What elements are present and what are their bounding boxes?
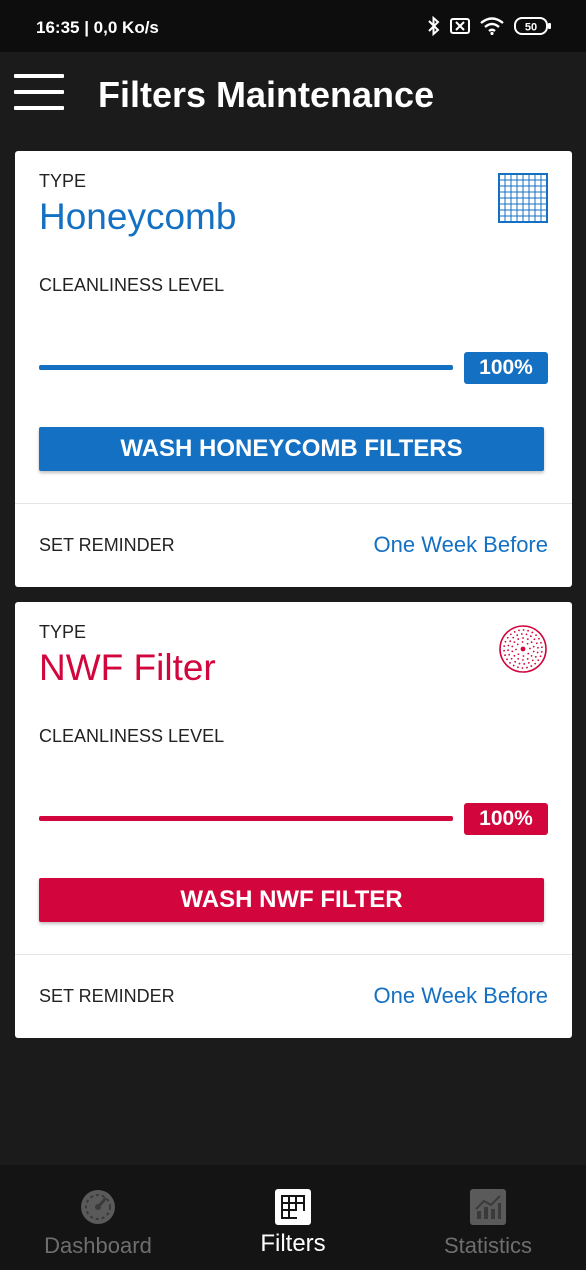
nav-item-filters[interactable]: Filters	[195, 1165, 391, 1270]
nav-item-statistics[interactable]: Statistics	[390, 1165, 586, 1270]
cleanliness-label: CLEANLINESS LEVEL	[39, 275, 225, 295]
nav-label: Statistics	[443, 1233, 533, 1258]
status-icons: 50	[428, 16, 552, 36]
cleanliness-label: CLEANLINESS LEVEL	[39, 726, 225, 746]
chart-icon	[470, 1189, 506, 1225]
status-time: 16:35 | 0,0 Ko/s	[36, 18, 159, 37]
filter-type-name: NWF Filter	[39, 647, 216, 688]
divider	[15, 503, 572, 504]
hamburger-menu-icon[interactable]	[14, 74, 64, 110]
status-bar: 16:35 | 0,0 Ko/s 50	[0, 0, 586, 52]
cleanliness-percent-badge: 100%	[464, 803, 548, 835]
divider	[15, 954, 572, 955]
filter-card-nwf: TYPE NWF Filter CLEANLINESS LEVEL 100% W…	[15, 602, 572, 1038]
battery-level: 50	[525, 22, 537, 34]
wash-nwf-button[interactable]: WASH NWF FILTER	[39, 878, 544, 922]
set-reminder-label: SET REMINDER	[39, 535, 175, 555]
filter-type-name: Honeycomb	[39, 196, 237, 237]
set-reminder-label: SET REMINDER	[39, 986, 175, 1006]
page-title: Filters Maintenance	[98, 74, 435, 115]
bottom-navigation: Dashboard Filters Statistics	[0, 1165, 586, 1270]
type-label: TYPE	[39, 171, 87, 191]
cleanliness-bar-fill	[39, 816, 453, 821]
nav-label: Dashboard	[44, 1233, 152, 1258]
cleanliness-percent-badge: 100%	[464, 352, 548, 384]
type-label: TYPE	[39, 622, 87, 642]
filter-grid-icon	[275, 1189, 311, 1225]
cleanliness-bar-fill	[39, 365, 453, 370]
filter-card-honeycomb: TYPE Honeycomb CLEANLINESS LEVEL 100% WA…	[15, 151, 572, 587]
nav-item-dashboard[interactable]: Dashboard	[0, 1165, 196, 1270]
nav-label: Filters	[260, 1230, 326, 1257]
wash-honeycomb-button[interactable]: WASH HONEYCOMB FILTERS	[39, 427, 544, 471]
nwf-dotted-circle-icon	[499, 625, 547, 673]
reminder-value-link[interactable]: One Week Before	[374, 532, 548, 558]
gauge-icon	[81, 1190, 115, 1224]
cleanliness-bar	[39, 365, 453, 370]
cleanliness-bar	[39, 816, 453, 821]
app-bar: Filters Maintenance	[0, 52, 586, 140]
honeycomb-grid-icon	[498, 173, 548, 223]
bluetooth-icon	[428, 16, 440, 36]
sim-off-icon	[450, 18, 470, 34]
wifi-icon	[480, 17, 504, 35]
battery-icon: 50	[514, 17, 551, 35]
reminder-value-link[interactable]: One Week Before	[374, 983, 548, 1009]
